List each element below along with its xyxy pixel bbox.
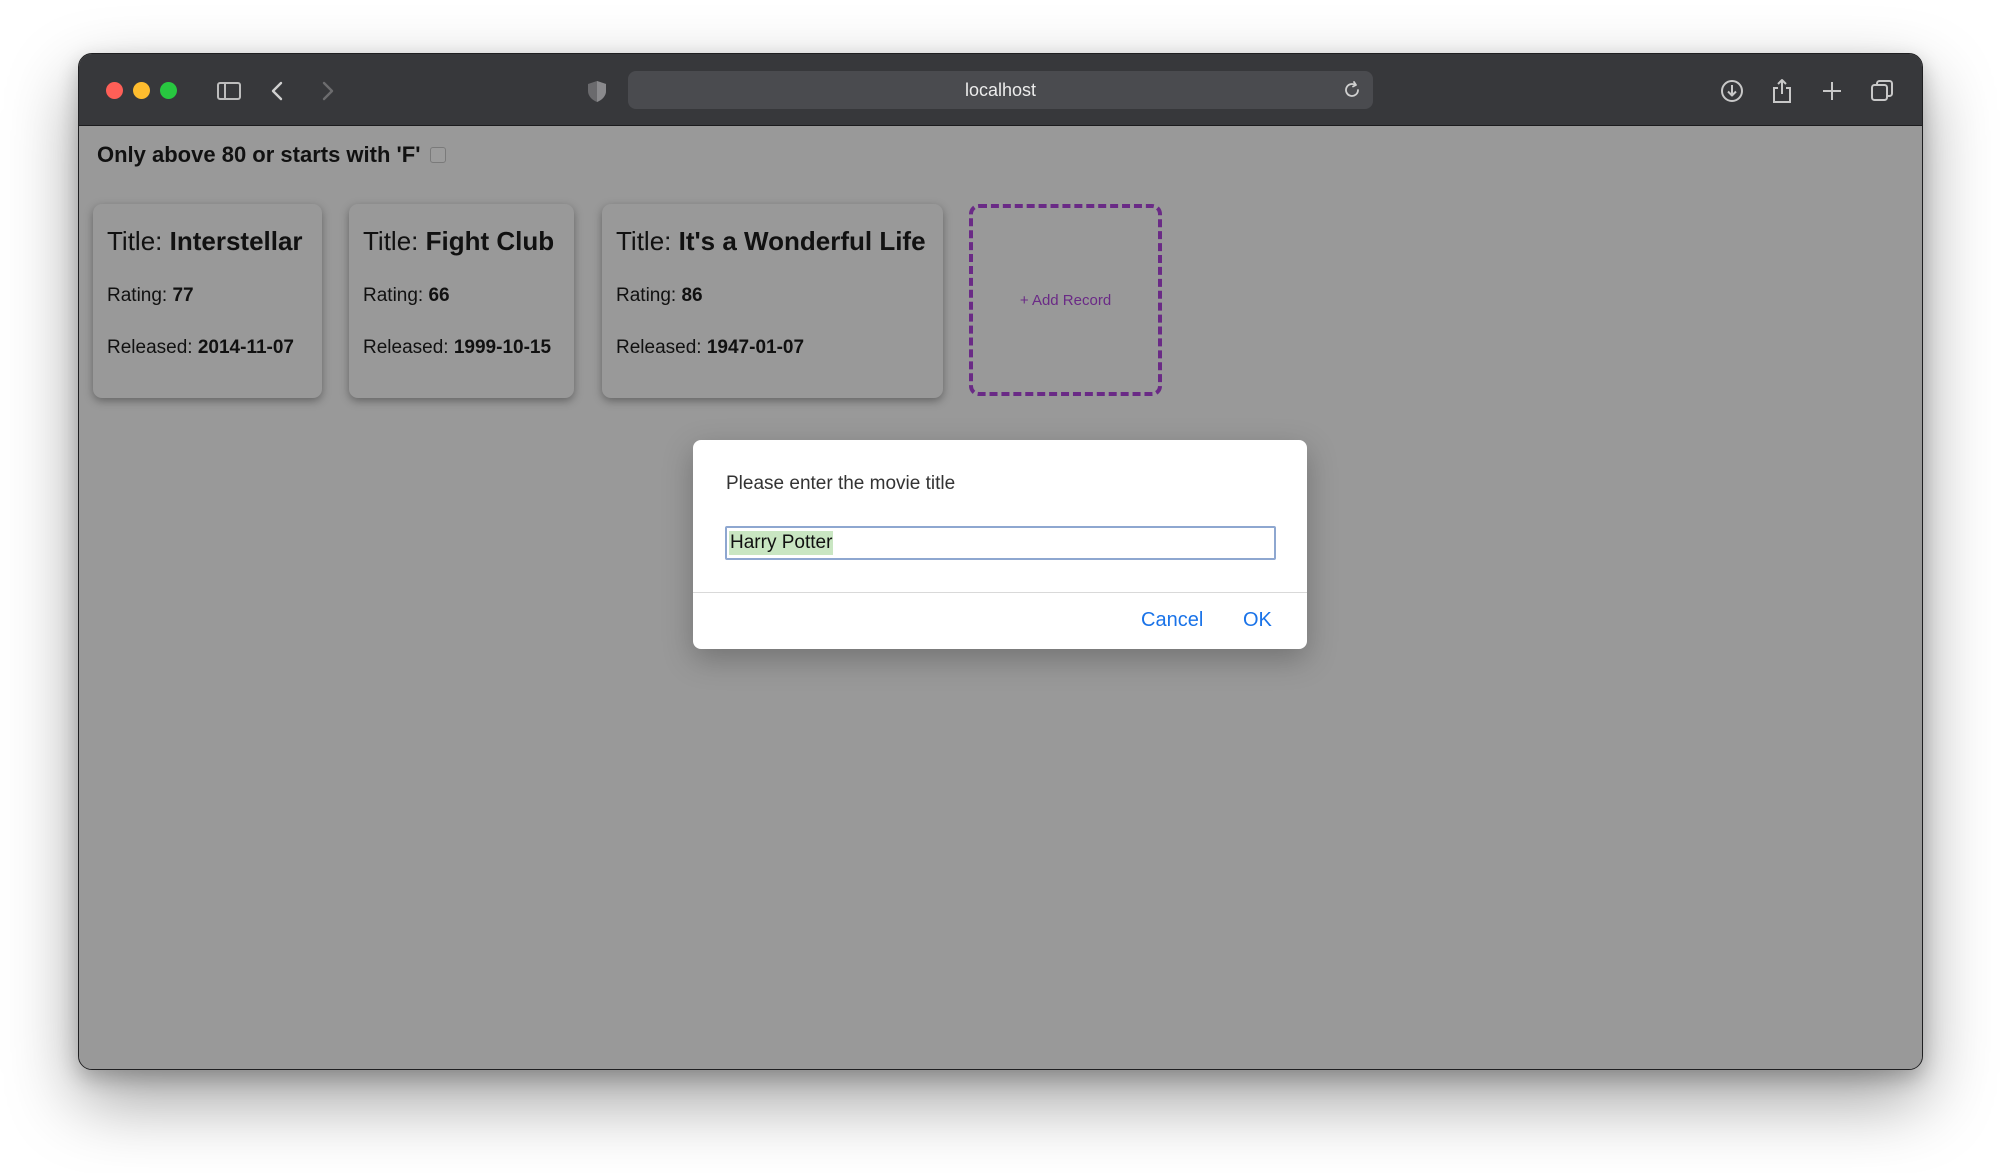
forward-arrow-icon[interactable] [312, 76, 342, 106]
filter-row: Only above 80 or starts with 'F' [97, 142, 447, 168]
card-released-value: 1999-10-15 [453, 337, 552, 358]
card-rating-value: 86 [681, 285, 703, 306]
sidebar-toggle-icon[interactable] [214, 76, 244, 106]
add-record-label: + Add Record [1019, 291, 1112, 309]
card-released: Released: 1947-01-07 [616, 337, 929, 359]
close-window-button[interactable] [106, 82, 123, 99]
card-rating-label: Rating: [363, 285, 429, 306]
card-rating-value: 66 [428, 285, 450, 306]
card-rating: Rating: 66 [363, 285, 560, 307]
card-rating-value: 77 [172, 285, 194, 306]
cancel-button[interactable]: Cancel [1141, 609, 1203, 632]
movie-card: Title: Fight Club Rating: 66 Released: 1… [349, 204, 574, 398]
card-released: Released: 2014-11-07 [107, 337, 308, 359]
card-rating: Rating: 86 [616, 285, 929, 307]
card-released-label: Released: [363, 337, 454, 358]
movie-title-input[interactable]: Harry Potter [725, 526, 1276, 560]
card-released-value: 1947-01-07 [706, 337, 805, 358]
card-title-value: Fight Club [425, 226, 555, 256]
new-tab-plus-icon[interactable] [1817, 76, 1847, 106]
card-released-label: Released: [107, 337, 198, 358]
card-title: Title: It's a Wonderful Life [616, 226, 929, 257]
minimize-window-button[interactable] [133, 82, 150, 99]
filter-checkbox[interactable] [430, 147, 447, 163]
reload-icon[interactable] [1341, 79, 1363, 101]
add-record-button[interactable]: + Add Record [969, 204, 1162, 396]
card-title-value: Interstellar [169, 226, 303, 256]
dialog-divider [693, 592, 1307, 593]
browser-window: localhost Only above 80 or starts with '… [78, 53, 1923, 1070]
card-released-value: 2014-11-07 [197, 337, 294, 358]
downloads-icon[interactable] [1717, 76, 1747, 106]
card-title: Title: Fight Club [363, 226, 560, 257]
card-title: Title: Interstellar [107, 226, 308, 257]
card-rating: Rating: 77 [107, 285, 308, 307]
zoom-window-button[interactable] [160, 82, 177, 99]
address-bar[interactable]: localhost [628, 71, 1373, 109]
dialog-message: Please enter the movie title [726, 473, 956, 494]
filter-label: Only above 80 or starts with 'F' [97, 142, 421, 167]
card-title-value: It's a Wonderful Life [678, 226, 926, 256]
card-title-prefix: Title: [363, 226, 426, 256]
movie-title-input-value: Harry Potter [729, 531, 834, 555]
card-title-prefix: Title: [107, 226, 170, 256]
prompt-dialog: Please enter the movie title Harry Potte… [693, 440, 1307, 649]
card-rating-label: Rating: [616, 285, 682, 306]
movie-card: Title: It's a Wonderful Life Rating: 86 … [602, 204, 943, 398]
browser-toolbar: localhost [79, 54, 1922, 126]
privacy-shield-icon[interactable] [582, 76, 612, 106]
share-icon[interactable] [1767, 76, 1797, 106]
tab-overview-icon[interactable] [1867, 76, 1897, 106]
ok-button[interactable]: OK [1243, 609, 1272, 632]
url-text: localhost [964, 80, 1037, 100]
card-title-prefix: Title: [616, 226, 679, 256]
movie-card: Title: Interstellar Rating: 77 Released:… [93, 204, 322, 398]
card-rating-label: Rating: [107, 285, 173, 306]
card-released-label: Released: [616, 337, 707, 358]
back-arrow-icon[interactable] [263, 76, 293, 106]
card-released: Released: 1999-10-15 [363, 337, 560, 359]
